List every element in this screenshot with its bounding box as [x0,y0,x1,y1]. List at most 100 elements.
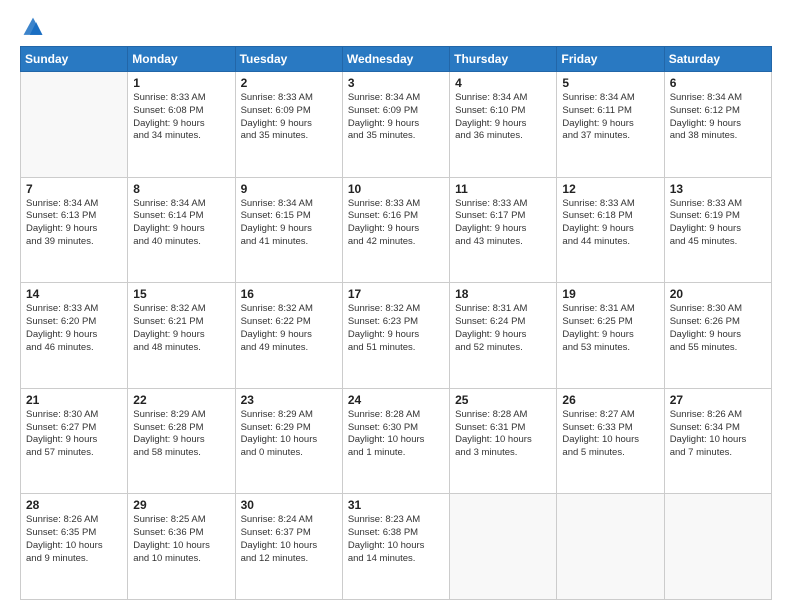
day-cell: 22Sunrise: 8:29 AM Sunset: 6:28 PM Dayli… [128,388,235,494]
day-info: Sunrise: 8:24 AM Sunset: 6:37 PM Dayligh… [241,514,337,565]
header-day-saturday: Saturday [664,47,771,72]
day-cell: 23 Sunrise: 8:29 AM Sunset: 6:29 PM Dayli… [235,388,342,494]
day-number: 20 [670,287,766,301]
day-info: Sunrise: 8:29 AM Sunset: 6:29 PM Dayligh… [241,409,337,460]
day-cell [557,494,664,600]
week-row-2: 14Sunrise: 8:33 AM Sunset: 6:20 PM Dayli… [21,283,772,389]
day-cell: 2Sunrise: 8:33 AM Sunset: 6:09 PM Daylig… [235,72,342,178]
day-cell: 4Sunrise: 8:34 AM Sunset: 6:10 PM Daylig… [450,72,557,178]
header-day-friday: Friday [557,47,664,72]
day-info: Sunrise: 8:26 AM Sunset: 6:35 PM Dayligh… [26,514,122,565]
day-info: Sunrise: 8:33 AM Sunset: 6:19 PM Dayligh… [670,198,766,249]
day-cell: 26 Sunrise: 8:27 AM Sunset: 6:33 PM Dayli… [557,388,664,494]
day-info: Sunrise: 8:34 AM Sunset: 6:13 PM Dayligh… [26,198,122,249]
day-cell: 29 Sunrise: 8:25 AM Sunset: 6:36 PM Dayli… [128,494,235,600]
day-info: Sunrise: 8:32 AM Sunset: 6:21 PM Dayligh… [133,303,229,354]
day-number: 11 [455,182,551,196]
day-cell: 9 Sunrise: 8:34 AM Sunset: 6:15 PM Daylig… [235,177,342,283]
day-info: Sunrise: 8:34 AM Sunset: 6:11 PM Dayligh… [562,92,658,143]
day-info: Sunrise: 8:25 AM Sunset: 6:36 PM Dayligh… [133,514,229,565]
day-cell: 3Sunrise: 8:34 AM Sunset: 6:09 PM Daylig… [342,72,449,178]
day-number: 19 [562,287,658,301]
day-number: 4 [455,76,551,90]
day-number: 2 [241,76,337,90]
day-info: Sunrise: 8:34 AM Sunset: 6:12 PM Dayligh… [670,92,766,143]
day-number: 26 [562,393,658,407]
day-info: Sunrise: 8:31 AM Sunset: 6:24 PM Dayligh… [455,303,551,354]
day-cell: 27 Sunrise: 8:26 AM Sunset: 6:34 PM Dayli… [664,388,771,494]
day-number: 10 [348,182,444,196]
day-info: Sunrise: 8:33 AM Sunset: 6:20 PM Dayligh… [26,303,122,354]
day-info: Sunrise: 8:33 AM Sunset: 6:17 PM Dayligh… [455,198,551,249]
day-number: 7 [26,182,122,196]
day-info: Sunrise: 8:31 AM Sunset: 6:25 PM Dayligh… [562,303,658,354]
day-cell: 20 Sunrise: 8:30 AM Sunset: 6:26 PM Dayli… [664,283,771,389]
header-day-tuesday: Tuesday [235,47,342,72]
header [20,16,772,38]
day-cell: 5 Sunrise: 8:34 AM Sunset: 6:11 PM Daylig… [557,72,664,178]
day-info: Sunrise: 8:34 AM Sunset: 6:15 PM Dayligh… [241,198,337,249]
day-cell: 1 Sunrise: 8:33 AM Sunset: 6:08 PM Daylig… [128,72,235,178]
day-info: Sunrise: 8:29 AM Sunset: 6:28 PM Dayligh… [133,409,229,460]
day-info: Sunrise: 8:28 AM Sunset: 6:31 PM Dayligh… [455,409,551,460]
header-day-wednesday: Wednesday [342,47,449,72]
week-row-0: 1 Sunrise: 8:33 AM Sunset: 6:08 PM Daylig… [21,72,772,178]
week-row-3: 21Sunrise: 8:30 AM Sunset: 6:27 PM Dayli… [21,388,772,494]
logo [20,16,46,38]
day-info: Sunrise: 8:33 AM Sunset: 6:16 PM Dayligh… [348,198,444,249]
day-number: 28 [26,498,122,512]
day-info: Sunrise: 8:30 AM Sunset: 6:26 PM Dayligh… [670,303,766,354]
day-number: 29 [133,498,229,512]
day-cell: 11 Sunrise: 8:33 AM Sunset: 6:17 PM Dayli… [450,177,557,283]
week-row-1: 7 Sunrise: 8:34 AM Sunset: 6:13 PM Daylig… [21,177,772,283]
day-number: 13 [670,182,766,196]
calendar: SundayMondayTuesdayWednesdayThursdayFrid… [20,46,772,600]
day-number: 8 [133,182,229,196]
day-cell: 13 Sunrise: 8:33 AM Sunset: 6:19 PM Dayli… [664,177,771,283]
day-info: Sunrise: 8:27 AM Sunset: 6:33 PM Dayligh… [562,409,658,460]
day-number: 24 [348,393,444,407]
day-cell: 8Sunrise: 8:34 AM Sunset: 6:14 PM Daylig… [128,177,235,283]
header-day-monday: Monday [128,47,235,72]
day-cell: 10 Sunrise: 8:33 AM Sunset: 6:16 PM Dayli… [342,177,449,283]
day-number: 1 [133,76,229,90]
day-cell: 15Sunrise: 8:32 AM Sunset: 6:21 PM Dayli… [128,283,235,389]
day-info: Sunrise: 8:33 AM Sunset: 6:18 PM Dayligh… [562,198,658,249]
day-cell [21,72,128,178]
day-cell [664,494,771,600]
day-number: 25 [455,393,551,407]
header-day-sunday: Sunday [21,47,128,72]
day-cell: 7 Sunrise: 8:34 AM Sunset: 6:13 PM Daylig… [21,177,128,283]
day-cell: 14Sunrise: 8:33 AM Sunset: 6:20 PM Dayli… [21,283,128,389]
day-cell: 18 Sunrise: 8:31 AM Sunset: 6:24 PM Dayli… [450,283,557,389]
day-number: 30 [241,498,337,512]
day-number: 6 [670,76,766,90]
day-cell: 6 Sunrise: 8:34 AM Sunset: 6:12 PM Daylig… [664,72,771,178]
day-cell: 21Sunrise: 8:30 AM Sunset: 6:27 PM Dayli… [21,388,128,494]
day-cell: 30 Sunrise: 8:24 AM Sunset: 6:37 PM Dayli… [235,494,342,600]
day-number: 5 [562,76,658,90]
logo-icon [22,16,44,38]
day-info: Sunrise: 8:28 AM Sunset: 6:30 PM Dayligh… [348,409,444,460]
day-number: 23 [241,393,337,407]
day-number: 21 [26,393,122,407]
day-cell: 24 Sunrise: 8:28 AM Sunset: 6:30 PM Dayli… [342,388,449,494]
day-cell: 16 Sunrise: 8:32 AM Sunset: 6:22 PM Dayli… [235,283,342,389]
day-number: 16 [241,287,337,301]
day-number: 18 [455,287,551,301]
calendar-body: 1 Sunrise: 8:33 AM Sunset: 6:08 PM Daylig… [21,72,772,600]
day-cell: 31Sunrise: 8:23 AM Sunset: 6:38 PM Dayli… [342,494,449,600]
header-row: SundayMondayTuesdayWednesdayThursdayFrid… [21,47,772,72]
day-info: Sunrise: 8:33 AM Sunset: 6:08 PM Dayligh… [133,92,229,143]
day-info: Sunrise: 8:26 AM Sunset: 6:34 PM Dayligh… [670,409,766,460]
day-number: 3 [348,76,444,90]
day-number: 27 [670,393,766,407]
day-info: Sunrise: 8:32 AM Sunset: 6:22 PM Dayligh… [241,303,337,354]
day-cell [450,494,557,600]
day-cell: 12Sunrise: 8:33 AM Sunset: 6:18 PM Dayli… [557,177,664,283]
day-number: 17 [348,287,444,301]
day-cell: 19 Sunrise: 8:31 AM Sunset: 6:25 PM Dayli… [557,283,664,389]
day-number: 9 [241,182,337,196]
day-cell: 25 Sunrise: 8:28 AM Sunset: 6:31 PM Dayli… [450,388,557,494]
calendar-header: SundayMondayTuesdayWednesdayThursdayFrid… [21,47,772,72]
